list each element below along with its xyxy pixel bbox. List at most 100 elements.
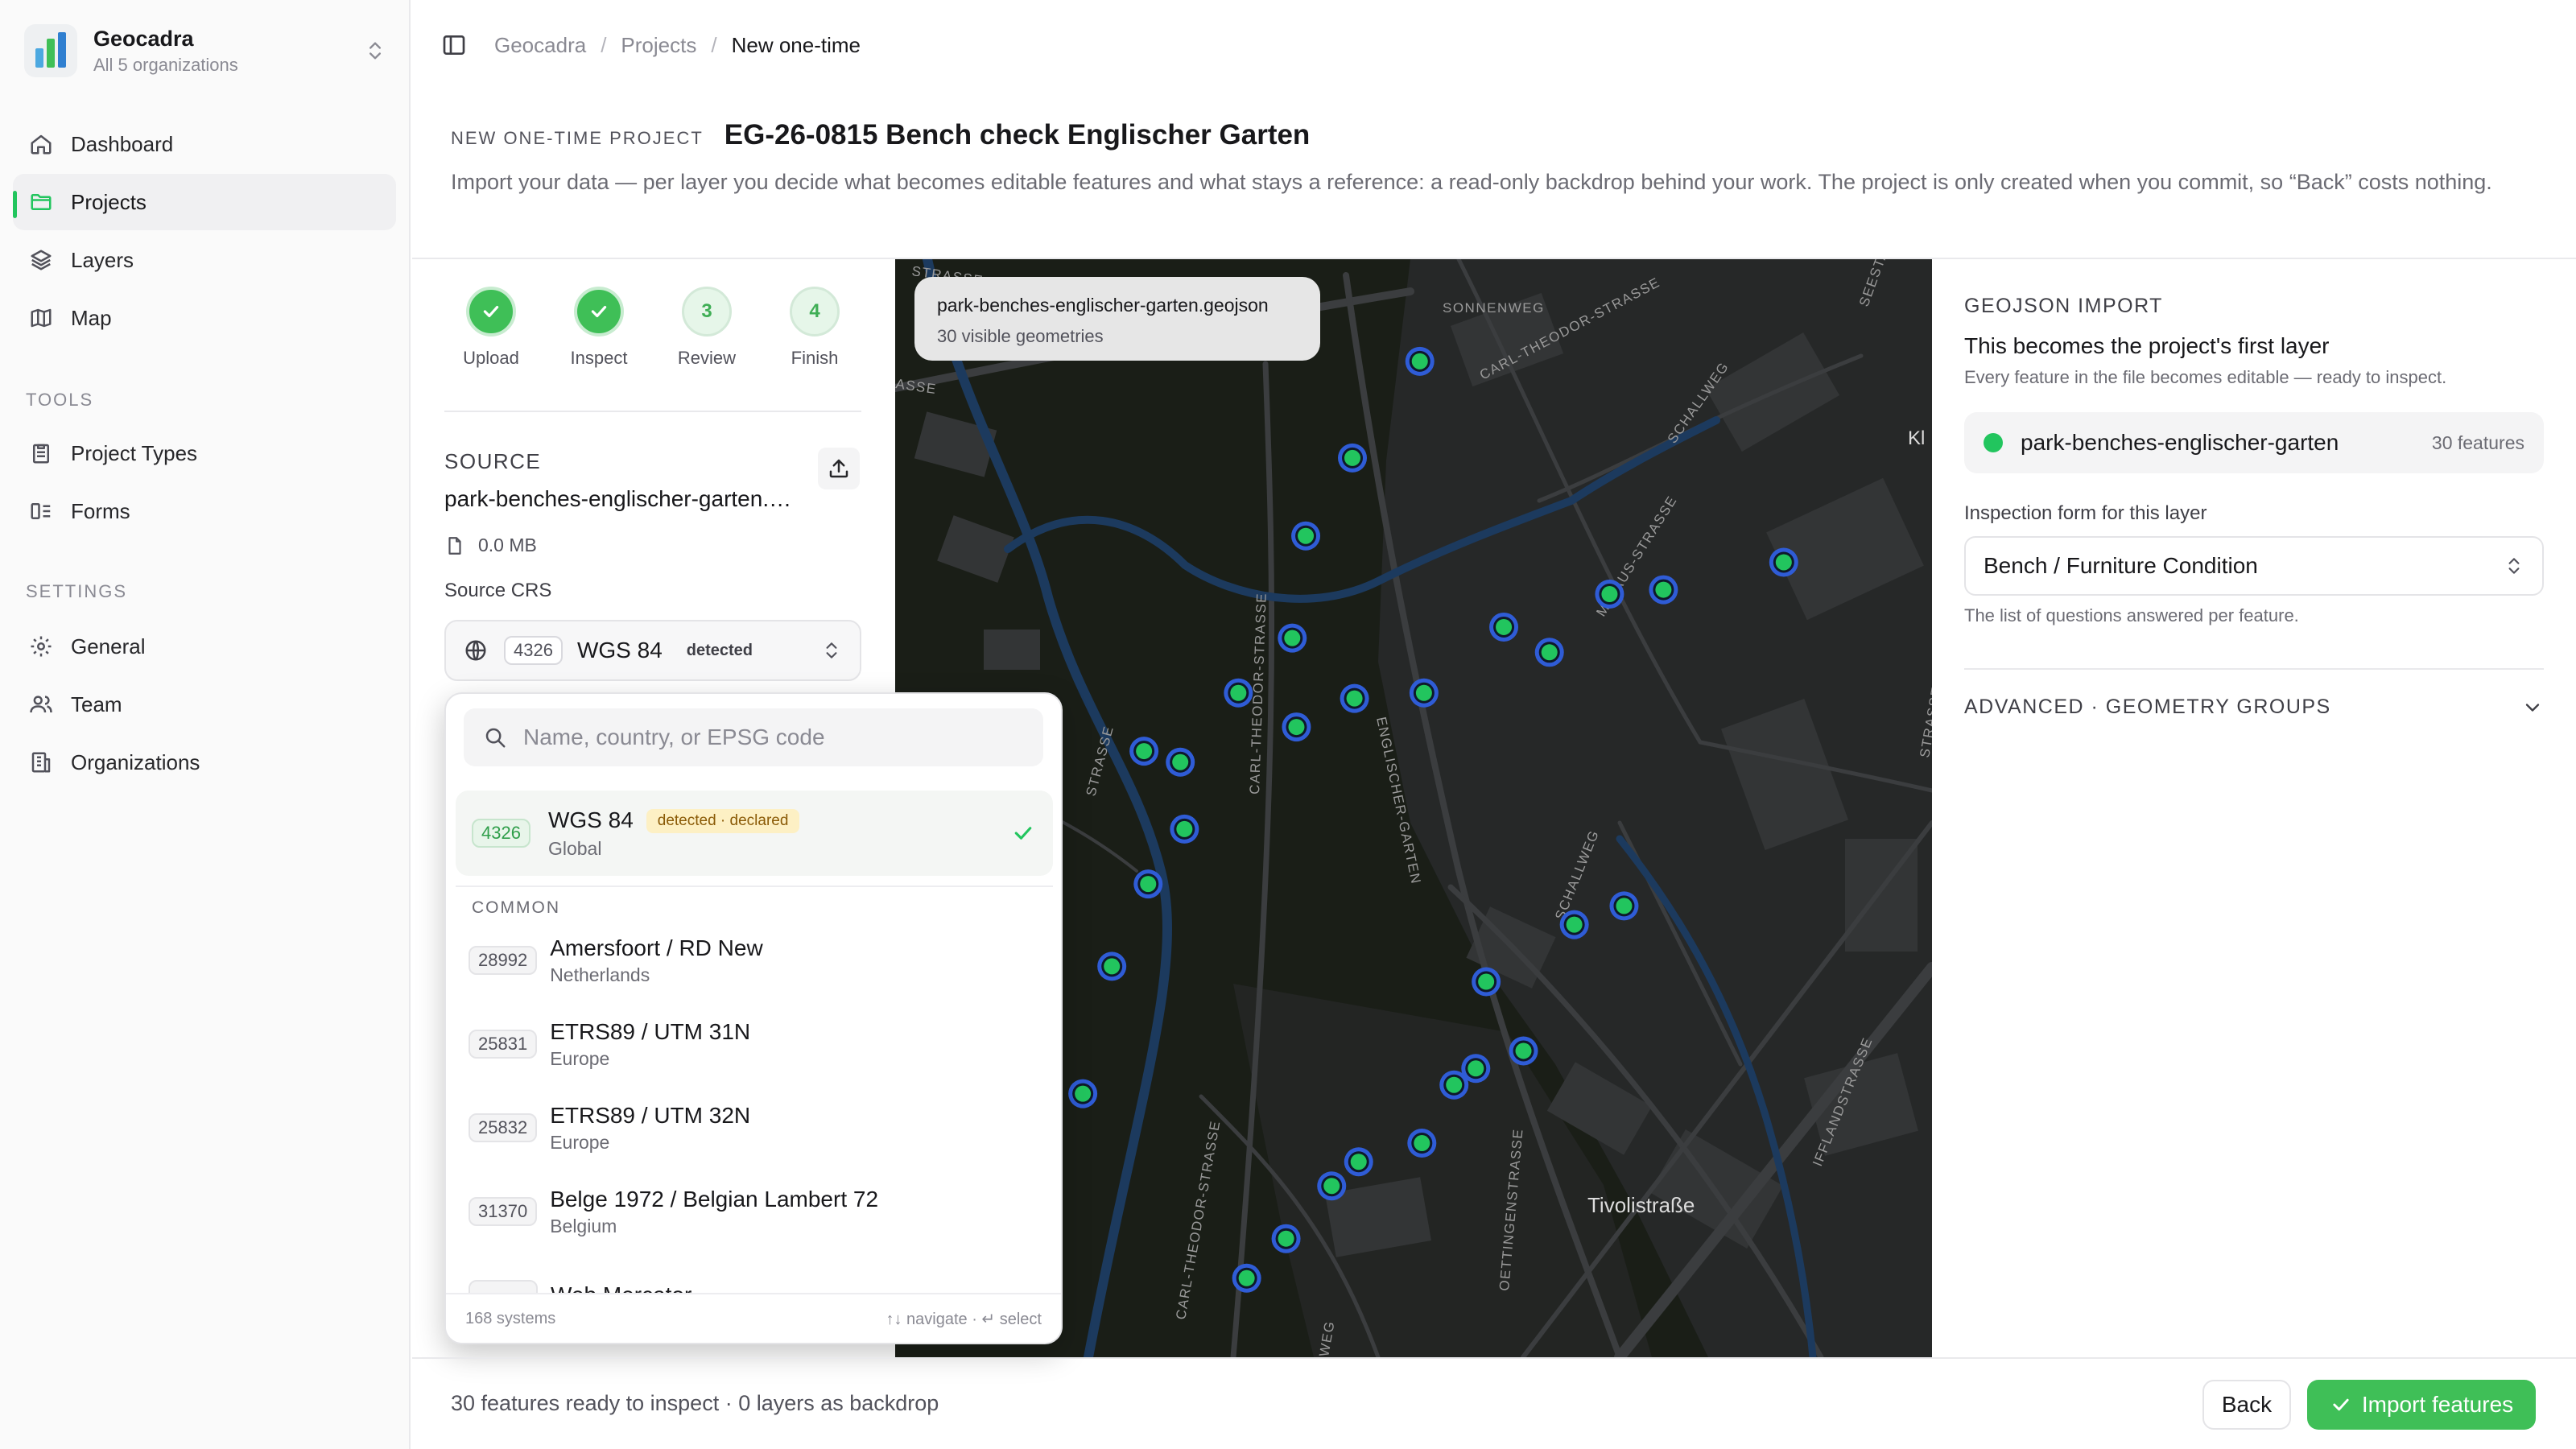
bench-marker[interactable] <box>1649 575 1678 605</box>
divider <box>412 1357 2576 1359</box>
nav-dashboard[interactable]: Dashboard <box>13 116 396 172</box>
bench-marker[interactable] <box>1489 612 1519 642</box>
crs-select[interactable]: 4326 WGS 84 detected <box>444 620 861 681</box>
bench-marker[interactable] <box>1224 678 1253 708</box>
crs-option[interactable]: 31370 Belge 1972 / Belgian Lambert 72 Bel… <box>469 1175 1048 1248</box>
map-icon <box>31 308 52 328</box>
nav-organizations[interactable]: Organizations <box>13 734 396 791</box>
crs-option-selected[interactable]: 4326 WGS 84 detected · declared Global <box>456 791 1053 876</box>
nav-forms[interactable]: Forms <box>13 483 396 539</box>
advanced-geometry-groups-toggle[interactable]: ADVANCED · GEOMETRY GROUPS <box>1964 696 2544 719</box>
clipboard-icon <box>33 444 49 464</box>
nav-projects-label: Projects <box>71 189 147 214</box>
org-switcher[interactable]: Geocadra All 5 organizations <box>24 23 386 79</box>
bench-marker[interactable] <box>1232 1263 1261 1293</box>
bench-marker[interactable] <box>1559 910 1589 939</box>
crs-option-name: Amersfoort / RD New <box>550 935 763 960</box>
nav-map[interactable]: Map <box>13 290 396 346</box>
bench-marker[interactable] <box>1405 346 1435 376</box>
chevron-updown-icon <box>369 42 381 60</box>
step-inspect[interactable]: Inspect <box>543 287 655 369</box>
divider <box>444 411 861 412</box>
footer-status: 30 features ready to inspect · 0 layers … <box>451 1391 939 1415</box>
bench-marker[interactable] <box>1461 1054 1491 1084</box>
bench-marker[interactable] <box>1595 580 1624 609</box>
bench-marker[interactable] <box>1409 678 1439 708</box>
nav-project-types-label: Project Types <box>71 440 198 465</box>
gear-icon <box>31 636 52 657</box>
bench-marker[interactable] <box>1407 1129 1437 1158</box>
nav-project-types[interactable]: Project Types <box>13 425 396 481</box>
crs-option-name: Belge 1972 / Belgian Lambert 72 <box>550 1186 879 1212</box>
crs-name: WGS 84 <box>576 638 663 663</box>
bench-marker[interactable] <box>1509 1036 1538 1066</box>
bench-marker[interactable] <box>1170 814 1199 844</box>
advanced-label: ADVANCED · GEOMETRY GROUPS <box>1964 696 2331 718</box>
geojson-subtitle: Every feature in the file becomes editab… <box>1964 367 2447 387</box>
step-upload[interactable]: Upload <box>435 287 547 369</box>
import-features-button[interactable]: Import features <box>2307 1380 2536 1430</box>
layer-card: park-benches-englischer-garten 30 featur… <box>1964 412 2544 473</box>
step-label: Review <box>677 348 737 368</box>
bench-marker[interactable] <box>1472 967 1501 997</box>
tooltip-count: 30 visible geometries <box>937 326 1104 346</box>
crs-search[interactable] <box>464 708 1043 766</box>
page-title: NEW ONE-TIME PROJECT EG-26-0815 Bench ch… <box>451 119 1310 151</box>
inspection-form-select[interactable]: Bench / Furniture Condition <box>1964 536 2544 596</box>
bench-marker[interactable] <box>1166 747 1195 777</box>
page-kicker: NEW ONE-TIME PROJECT <box>451 128 704 148</box>
breadcrumb-root[interactable]: Geocadra <box>494 33 586 58</box>
bench-marker[interactable] <box>1317 1171 1347 1201</box>
sidebar-toggle-icon[interactable] <box>441 32 467 58</box>
step-finish[interactable]: 4 Finish <box>758 287 871 369</box>
crs-option[interactable]: 25831 ETRS89 / UTM 31N Europe <box>469 1008 1048 1080</box>
crs-common-title: COMMON <box>472 898 560 917</box>
crs-option-tag: detected · declared <box>646 808 800 833</box>
geojson-import-title: GEOJSON IMPORT <box>1964 295 2163 317</box>
org-logo <box>24 24 77 77</box>
nav-team[interactable]: Team <box>13 676 396 733</box>
crs-search-input[interactable] <box>523 724 1022 750</box>
crs-dropdown-footer: 168 systems ↑↓ navigate · ↵ select <box>446 1293 1061 1343</box>
back-button[interactable]: Back <box>2202 1380 2291 1430</box>
crs-option-name: ETRS89 / UTM 31N <box>550 1018 751 1044</box>
import-features-label: Import features <box>2361 1392 2514 1417</box>
source-filename: park-benches-englischer-garten.geojson <box>444 486 799 511</box>
org-subtitle: All 5 organizations <box>93 54 238 75</box>
crs-option-name: WGS 84 <box>547 807 634 832</box>
breadcrumb-section[interactable]: Projects <box>621 33 696 58</box>
reupload-button[interactable] <box>818 448 860 489</box>
page-description: Import your data — per layer you decide … <box>451 170 2492 194</box>
bench-marker[interactable] <box>1769 547 1798 577</box>
bench-marker[interactable] <box>1282 712 1311 742</box>
bench-marker[interactable] <box>1097 952 1127 981</box>
bench-marker[interactable] <box>1271 1224 1301 1253</box>
bench-marker[interactable] <box>1291 521 1321 551</box>
bench-marker[interactable] <box>1133 869 1163 899</box>
bench-marker[interactable] <box>1278 623 1307 653</box>
source-size-value: 0.0 MB <box>478 535 537 555</box>
nav-layers[interactable]: Layers <box>13 232 396 288</box>
bench-marker[interactable] <box>1340 683 1369 713</box>
chevron-down-icon <box>2525 703 2540 712</box>
project-name: EG-26-0815 Bench check Englischer Garten <box>724 119 1311 151</box>
step-review[interactable]: 3 Review <box>650 287 763 369</box>
bench-marker[interactable] <box>1338 443 1368 473</box>
bench-marker[interactable] <box>1609 891 1639 921</box>
crs-option[interactable]: 25832 ETRS89 / UTM 32N Europe <box>469 1092 1048 1164</box>
step-number: 4 <box>790 287 840 336</box>
bench-marker[interactable] <box>1344 1147 1373 1177</box>
crs-option-code: 31370 <box>469 1197 538 1226</box>
bench-marker[interactable] <box>1068 1079 1098 1108</box>
bench-marker[interactable] <box>1129 737 1159 766</box>
check-icon <box>2333 1398 2349 1411</box>
nav-general-label: General <box>71 634 146 658</box>
chevron-updown-icon <box>826 642 837 658</box>
nav-general[interactable]: General <box>13 618 396 675</box>
tooltip-filename: park-benches-englischer-garten.geojson <box>937 295 1269 316</box>
globe-icon <box>465 640 486 661</box>
crs-option[interactable]: 28992 Amersfoort / RD New Netherlands <box>469 924 1048 997</box>
nav-projects[interactable]: Projects <box>13 174 396 230</box>
bench-marker[interactable] <box>1534 638 1564 667</box>
nav-map-label: Map <box>71 305 112 330</box>
